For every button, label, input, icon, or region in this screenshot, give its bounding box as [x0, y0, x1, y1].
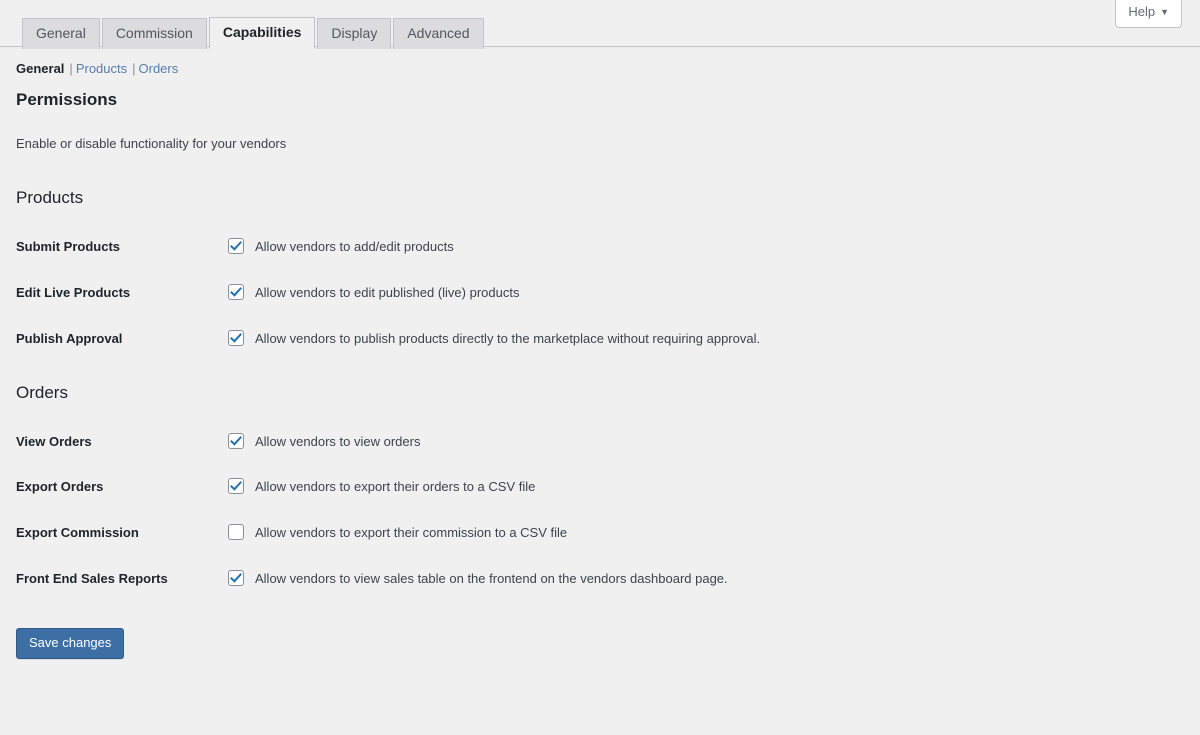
- subnav: General | Products | Orders: [16, 60, 178, 78]
- tab-general[interactable]: General: [22, 18, 100, 49]
- setting-control: Allow vendors to export their commission…: [228, 524, 1184, 541]
- checkbox-label[interactable]: Allow vendors to view orders: [255, 433, 420, 450]
- subnav-separator: |: [132, 61, 136, 76]
- setting-control: Allow vendors to edit published (live) p…: [228, 283, 1184, 301]
- sections-container: Products Submit Products Allow vendors to …: [16, 186, 1184, 588]
- setting-row: Edit Live Products Allow vendors to edit …: [16, 283, 1184, 302]
- page-description: Enable or disable functionality for your…: [16, 135, 287, 151]
- setting-label: View Orders: [16, 433, 92, 449]
- setting-control: Allow vendors to add/edit products: [228, 238, 1184, 255]
- setting-label: Publish Approval: [16, 330, 123, 346]
- checkbox-export-commission[interactable]: [228, 524, 244, 541]
- setting-label: Export Orders: [16, 479, 104, 495]
- subnav-item-orders[interactable]: Orders: [139, 61, 179, 76]
- checkbox-label[interactable]: Allow vendors to add/edit products: [255, 238, 454, 255]
- setting-row: Publish Approval Allow vendors to publish…: [16, 329, 1184, 348]
- checkbox-publish-approval[interactable]: [228, 329, 244, 346]
- setting-label: Front End Sales Reports: [16, 571, 168, 587]
- checkbox-export-orders[interactable]: [228, 478, 244, 495]
- checkbox-edit-live-products[interactable]: [228, 283, 244, 300]
- checkbox-label[interactable]: Allow vendors to publish products direct…: [255, 330, 760, 347]
- checkbox-label[interactable]: Allow vendors to edit published (live) p…: [255, 284, 519, 301]
- save-button-container: Save changes: [16, 628, 1184, 659]
- setting-row: Submit Products Allow vendors to add/edit…: [16, 238, 1184, 256]
- setting-control: Allow vendors to view sales table on the…: [228, 570, 1184, 587]
- chevron-down-icon: ▼: [1160, 7, 1169, 17]
- help-button[interactable]: Help ▼: [1115, 0, 1182, 28]
- setting-control: Allow vendors to view orders: [228, 432, 1184, 450]
- checkbox-label[interactable]: Allow vendors to view sales table on the…: [255, 570, 728, 587]
- subnav-item-general: General: [16, 61, 65, 76]
- checkbox-front-end-sales-reports[interactable]: [228, 570, 244, 587]
- setting-label: Export Commission: [16, 525, 139, 541]
- checkbox-label[interactable]: Allow vendors to export their orders to …: [255, 478, 535, 495]
- tab-capabilities[interactable]: Capabilities: [208, 17, 316, 49]
- checkbox-submit-products[interactable]: [228, 238, 244, 255]
- section-heading-orders: Orders: [16, 382, 68, 402]
- setting-label: Edit Live Products: [16, 284, 131, 300]
- help-tab-container: Help ▼: [1115, 0, 1182, 28]
- tab-commission[interactable]: Commission: [101, 18, 207, 49]
- tab-advanced[interactable]: Advanced: [393, 18, 484, 49]
- setting-control: Allow vendors to export their orders to …: [228, 478, 1184, 495]
- checkbox-view-orders[interactable]: [228, 432, 244, 449]
- subnav-item-products[interactable]: Products: [76, 61, 127, 76]
- settings-content: Permissions Enable or disable functional…: [16, 88, 1184, 659]
- help-button-label: Help: [1128, 4, 1156, 19]
- setting-row: Export Commission Allow vendors to export…: [16, 524, 1184, 542]
- save-changes-button[interactable]: Save changes: [16, 628, 125, 659]
- setting-control: Allow vendors to publish products direct…: [228, 329, 1184, 347]
- setting-label: Submit Products: [16, 239, 121, 255]
- section-heading-products: Products: [16, 188, 84, 208]
- checkbox-label[interactable]: Allow vendors to export their commission…: [255, 524, 567, 541]
- settings-tab-strip: General Commission Capabilities Display Adva…: [0, 16, 1200, 49]
- setting-row: Front End Sales Reports Allow vendors to …: [16, 570, 1184, 588]
- tab-display[interactable]: Display: [317, 18, 392, 49]
- page-title: Permissions: [16, 90, 118, 109]
- subnav-separator: |: [69, 61, 73, 76]
- setting-row: View Orders Allow vendors to view orders: [16, 432, 1184, 451]
- setting-row: Export Orders Allow vendors to export the…: [16, 478, 1184, 496]
